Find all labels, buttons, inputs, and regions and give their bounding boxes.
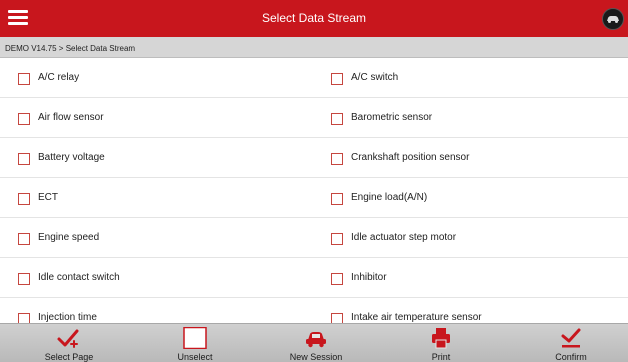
checkbox[interactable] bbox=[18, 153, 30, 165]
checkbox[interactable] bbox=[18, 313, 30, 323]
checkbox[interactable] bbox=[331, 113, 343, 125]
unselect-button[interactable]: Unselect bbox=[150, 324, 240, 362]
item-label: Engine load(A/N) bbox=[351, 192, 428, 203]
new-session-button[interactable]: New Session bbox=[271, 324, 361, 362]
checkbox[interactable] bbox=[18, 233, 30, 245]
list-row: Air flow sensor Barometric sensor bbox=[0, 98, 628, 138]
item-label: ECT bbox=[38, 192, 58, 203]
confirm-button[interactable]: Confirm bbox=[526, 324, 616, 362]
print-label: Print bbox=[431, 352, 451, 362]
checkbox[interactable] bbox=[18, 273, 30, 285]
item-label: A/C switch bbox=[351, 72, 399, 83]
print-button[interactable]: Print bbox=[396, 324, 486, 362]
list-item[interactable]: Engine load(A/N) bbox=[331, 178, 611, 218]
breadcrumb: DEMO V14.75 > Select Data Stream bbox=[0, 37, 628, 58]
checkbox[interactable] bbox=[18, 113, 30, 125]
confirm-icon bbox=[558, 327, 584, 349]
checkbox[interactable] bbox=[18, 73, 30, 85]
item-label: Idle contact switch bbox=[38, 272, 120, 283]
checkbox[interactable] bbox=[331, 233, 343, 245]
item-label: Idle actuator step motor bbox=[351, 232, 457, 243]
list-row: Battery voltage Crankshaft position sens… bbox=[0, 138, 628, 178]
bottom-toolbar: Select Page Unselect New Session Print C… bbox=[0, 323, 628, 362]
list-item[interactable]: Barometric sensor bbox=[331, 98, 611, 138]
item-label: Inhibitor bbox=[351, 272, 387, 283]
list-row: A/C relay A/C switch bbox=[0, 58, 628, 98]
unselect-label: Unselect bbox=[177, 352, 213, 362]
unselect-icon bbox=[182, 326, 208, 350]
list-row: ECT Engine load(A/N) bbox=[0, 178, 628, 218]
list-item[interactable]: Inhibitor bbox=[331, 258, 611, 298]
item-label: Injection time bbox=[38, 312, 97, 323]
list-item[interactable]: ECT bbox=[18, 178, 298, 218]
data-stream-list: A/C relay A/C switch Air flow sensor Bar… bbox=[0, 58, 628, 323]
new-session-icon bbox=[303, 327, 329, 349]
checkbox[interactable] bbox=[331, 153, 343, 165]
item-label: Intake air temperature sensor bbox=[351, 312, 482, 323]
list-item[interactable]: Idle contact switch bbox=[18, 258, 298, 298]
select-page-button[interactable]: Select Page bbox=[24, 324, 114, 362]
checkbox[interactable] bbox=[18, 193, 30, 205]
item-label: Barometric sensor bbox=[351, 112, 433, 123]
car-icon[interactable] bbox=[602, 8, 624, 30]
page-title: Select Data Stream bbox=[261, 11, 367, 25]
item-label: Engine speed bbox=[38, 232, 100, 243]
checkbox[interactable] bbox=[331, 273, 343, 285]
list-item[interactable]: Crankshaft position sensor bbox=[331, 138, 611, 178]
list-row: Injection time Intake air temperature se… bbox=[0, 298, 628, 323]
title-bar: Select Data Stream bbox=[0, 0, 628, 37]
select-page-label: Select Page bbox=[44, 352, 94, 362]
item-label: A/C relay bbox=[38, 72, 80, 83]
item-label: Crankshaft position sensor bbox=[351, 152, 470, 163]
list-item[interactable]: Idle actuator step motor bbox=[331, 218, 611, 258]
select-page-icon bbox=[56, 327, 82, 349]
item-label: Air flow sensor bbox=[38, 112, 104, 123]
list-item[interactable]: A/C relay bbox=[18, 58, 298, 98]
list-item[interactable]: Intake air temperature sensor bbox=[331, 298, 611, 323]
checkbox[interactable] bbox=[331, 73, 343, 85]
list-item[interactable]: Battery voltage bbox=[18, 138, 298, 178]
list-row: Idle contact switch Inhibitor bbox=[0, 258, 628, 298]
list-item[interactable]: A/C switch bbox=[331, 58, 611, 98]
checkbox[interactable] bbox=[331, 313, 343, 323]
checkbox[interactable] bbox=[331, 193, 343, 205]
list-item[interactable]: Engine speed bbox=[18, 218, 298, 258]
list-item[interactable]: Air flow sensor bbox=[18, 98, 298, 138]
confirm-label: Confirm bbox=[555, 352, 587, 362]
print-icon bbox=[428, 327, 454, 349]
item-label: Battery voltage bbox=[38, 152, 105, 163]
list-item[interactable]: Injection time bbox=[18, 298, 298, 323]
list-row: Engine speed Idle actuator step motor bbox=[0, 218, 628, 258]
new-session-label: New Session bbox=[289, 352, 343, 362]
